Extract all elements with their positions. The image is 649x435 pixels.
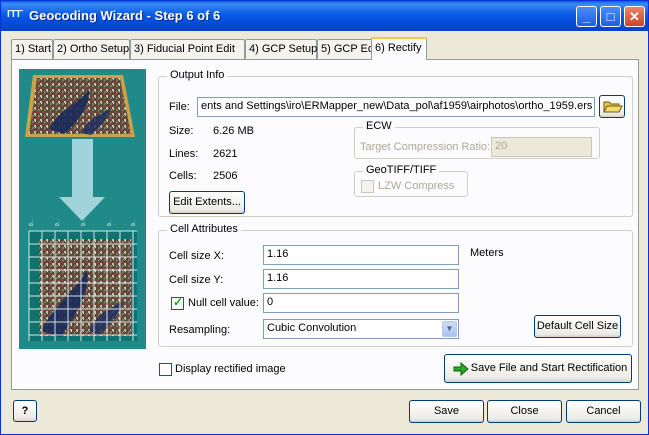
browse-file-button[interactable] xyxy=(599,95,625,118)
cell-attributes-title: Cell Attributes xyxy=(167,223,241,235)
size-value: 6.26 MB xyxy=(213,125,254,137)
close-button[interactable]: Close xyxy=(487,400,562,423)
resampling-select[interactable]: Cubic Convolution ▼ xyxy=(263,319,459,339)
app-icon: ΓΓΓ xyxy=(7,9,23,20)
maximize-icon: □ xyxy=(606,9,615,24)
geotiff-title: GeoTIFF/TIFF xyxy=(363,164,440,176)
null-cell-checkbox[interactable]: ✓ xyxy=(171,295,184,310)
save-button[interactable]: Save xyxy=(409,400,484,423)
null-cell-label: Null cell value: xyxy=(188,297,259,309)
tab-gcp-edit[interactable]: 5) GCP Edit xyxy=(317,39,380,59)
checkmark-icon: ✓ xyxy=(173,295,184,309)
tab-rectify[interactable]: 6) Rectify xyxy=(371,37,427,60)
grid-tick-label: 9... xyxy=(81,219,87,226)
compression-ratio-label: Target Compression Ratio: xyxy=(360,141,491,153)
cancel-button[interactable]: Cancel xyxy=(566,400,641,423)
file-path-field[interactable]: ents and Settings\iro\ERMapper_new\Data_… xyxy=(197,97,595,117)
tab-fiducial-point-edit[interactable]: 3) Fiducial Point Edit xyxy=(130,39,245,59)
cell-size-y-field[interactable]: 1.16 xyxy=(263,269,459,289)
cell-size-x-label: Cell size X: xyxy=(169,250,225,262)
compression-ratio-field[interactable]: 20 xyxy=(491,137,592,157)
open-folder-icon xyxy=(603,101,623,113)
close-icon: ✕ xyxy=(629,9,640,24)
tab-start[interactable]: 1) Start xyxy=(11,39,53,59)
edit-extents-button[interactable]: Edit Extents... xyxy=(169,191,245,214)
close-window-button[interactable]: ✕ xyxy=(624,6,645,27)
lines-label: Lines: xyxy=(169,148,199,160)
window-title: Geocoding Wizard - Step 6 of 6 xyxy=(29,8,221,23)
ecw-title: ECW xyxy=(363,120,395,132)
resampling-value: Cubic Convolution xyxy=(267,322,357,334)
tab-ortho-setup[interactable]: 2) Ortho Setup xyxy=(53,39,130,59)
chevron-down-icon[interactable]: ▼ xyxy=(442,321,457,337)
units-label: Meters xyxy=(470,247,504,259)
help-icon: ? xyxy=(21,405,29,417)
lzw-compress-label: LZW Compress xyxy=(378,180,455,192)
display-rectified-label: Display rectified image xyxy=(175,363,286,375)
maximize-button[interactable]: □ xyxy=(600,6,621,27)
grid-tick-label: 9... xyxy=(55,219,61,226)
preview-illustration: 9... 9... 9... 9... 9... xyxy=(25,75,137,341)
null-cell-field[interactable]: 0 xyxy=(263,293,459,313)
preview-image: 9... 9... 9... 9... 9... xyxy=(19,69,146,349)
green-arrow-icon xyxy=(453,362,469,376)
minimize-button[interactable]: _ xyxy=(576,6,597,27)
grid-tick-label: 9... xyxy=(131,219,137,226)
file-label: File: xyxy=(169,101,190,113)
grid-tick-label: 9... xyxy=(107,219,113,226)
help-button[interactable]: ? xyxy=(13,400,37,422)
cells-label: Cells: xyxy=(169,170,197,182)
lines-value: 2621 xyxy=(213,148,238,160)
display-rectified-checkbox[interactable] xyxy=(159,363,172,376)
cells-value: 2506 xyxy=(213,170,238,182)
title-bar[interactable]: ΓΓΓ Geocoding Wizard - Step 6 of 6 _ □ ✕ xyxy=(1,1,648,31)
output-info-title: Output Info xyxy=(167,69,228,81)
geocoding-wizard-window: ΓΓΓ Geocoding Wizard - Step 6 of 6 _ □ ✕… xyxy=(0,0,649,435)
save-and-start-button[interactable]: Save File and Start Rectification xyxy=(444,354,632,383)
grid-tick-label: 9... xyxy=(29,219,35,226)
default-cell-size-button[interactable]: Default Cell Size xyxy=(534,315,621,338)
cell-size-y-label: Cell size Y: xyxy=(169,274,224,286)
minimize-icon: _ xyxy=(582,9,591,24)
lzw-compress-checkbox[interactable] xyxy=(361,180,374,193)
size-label: Size: xyxy=(169,125,194,137)
save-and-start-label: Save File and Start Rectification xyxy=(470,362,628,374)
cell-size-x-field[interactable]: 1.16 xyxy=(263,245,459,265)
resampling-label: Resampling: xyxy=(169,324,231,336)
tab-gcp-setup[interactable]: 4) GCP Setup xyxy=(245,39,317,59)
